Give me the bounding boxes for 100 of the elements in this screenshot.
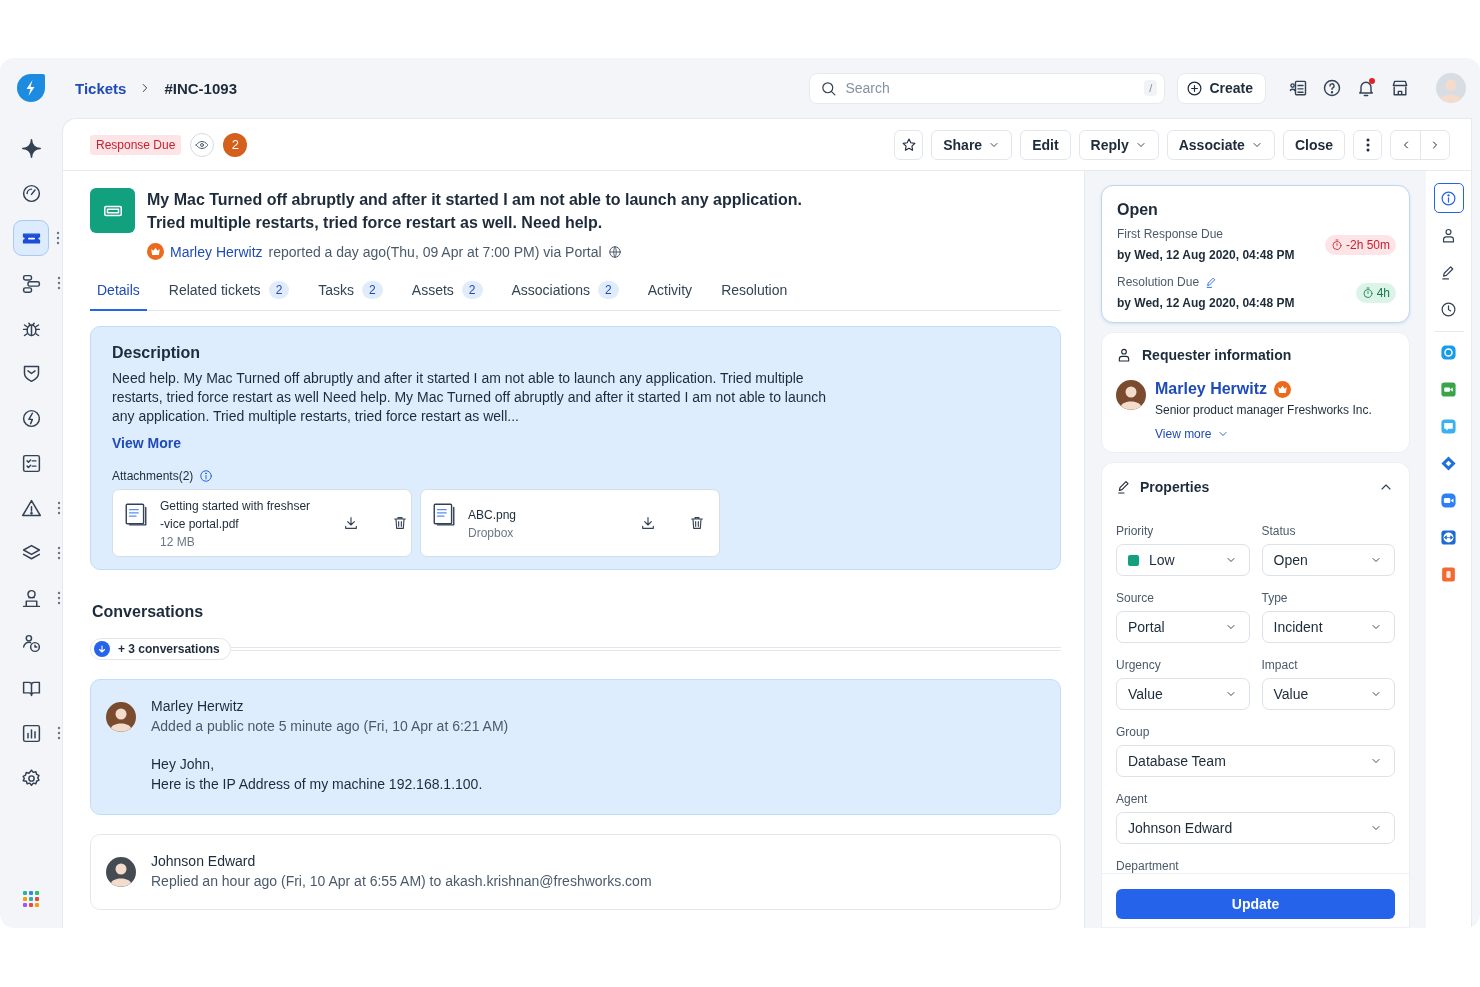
card-title: Requester information xyxy=(1142,347,1292,363)
ticket-title: My Mac Turned off abruptly and after it started I am not able to launch any application. Tried multiple restarts, tried force restart as well. Need help. xyxy=(147,190,802,233)
update-button[interactable]: Update xyxy=(1116,889,1395,919)
crown-icon xyxy=(1274,380,1292,398)
contact-list-button[interactable] xyxy=(1288,78,1308,98)
app-icon[interactable] xyxy=(1440,566,1457,583)
dropdown-button[interactable]: Share xyxy=(931,129,1013,160)
more-icon[interactable] xyxy=(56,231,60,245)
due-date: by Wed, 12 Aug 2020, 04:48 PM xyxy=(1117,296,1295,310)
trash-icon xyxy=(392,515,409,531)
remote-app-icon[interactable] xyxy=(1440,529,1457,546)
star-button[interactable] xyxy=(894,129,924,160)
dropdown-field[interactable]: Incident xyxy=(1261,611,1395,643)
warning-icon xyxy=(20,497,42,519)
message-text: Here is the IP Address of my machine 192.168.1.100. xyxy=(151,775,484,794)
tab[interactable]: Assets 2 xyxy=(404,275,490,311)
more-icon xyxy=(1365,137,1370,152)
pencil-icon xyxy=(1116,479,1132,495)
video-camera-icon[interactable] xyxy=(1440,381,1457,398)
action-button[interactable]: Edit xyxy=(1020,129,1071,160)
author-name: Marley Herwitz xyxy=(151,698,245,714)
section-title: Description xyxy=(112,344,201,362)
lightning-icon xyxy=(20,407,42,429)
star-icon xyxy=(900,136,917,153)
more-icon[interactable] xyxy=(57,546,61,560)
watcher-count: 2 xyxy=(223,132,248,157)
show-more-button[interactable]: + 3 conversations xyxy=(90,638,231,660)
dropdown-field[interactable]: Database Team xyxy=(1116,745,1395,777)
message-text: Hey John, xyxy=(151,755,216,774)
help-button[interactable] xyxy=(1322,78,1342,98)
field-label: Impact xyxy=(1261,658,1299,672)
section-title: Conversations xyxy=(92,603,205,621)
info-icon xyxy=(1440,189,1457,207)
tab[interactable]: Details xyxy=(90,275,147,311)
info-tab[interactable] xyxy=(1433,183,1464,213)
store-icon xyxy=(1390,78,1410,98)
dropdown-button[interactable]: Reply xyxy=(1078,129,1159,160)
tab[interactable]: Tasks 2 xyxy=(311,275,390,311)
dropdown-field[interactable]: Johnson Edward xyxy=(1116,812,1395,844)
message-meta: Added a public note 5 minute ago (Fri, 10 Apr at 6:21 AM) xyxy=(151,718,509,734)
tab[interactable]: Associations 2 xyxy=(504,275,626,311)
more-icon[interactable] xyxy=(57,591,61,605)
delete-button[interactable] xyxy=(392,515,409,531)
globe-icon xyxy=(607,244,622,259)
card-title: Properties xyxy=(1140,479,1210,495)
chat-app-icon[interactable] xyxy=(1440,344,1457,361)
file-detail: 12 MB xyxy=(160,535,196,549)
info-icon[interactable] xyxy=(199,469,214,483)
person-desk-icon xyxy=(20,587,42,609)
more-icon[interactable] xyxy=(57,726,61,740)
file-detail: Dropbox xyxy=(468,526,515,540)
person-icon xyxy=(1116,347,1132,363)
dropdown-field[interactable]: Open xyxy=(1261,544,1395,576)
timer-badge: -2h 50m xyxy=(1324,234,1396,255)
bar-chart-icon xyxy=(20,722,42,744)
count-badge: 2 xyxy=(461,281,483,299)
more-icon[interactable] xyxy=(57,276,61,290)
dropdown-field[interactable]: Value xyxy=(1261,678,1395,710)
tab[interactable]: Resolution xyxy=(714,275,795,311)
clock-icon xyxy=(1440,300,1457,318)
checklist-icon xyxy=(20,452,42,474)
attachments-label: Attachments(2) xyxy=(112,469,194,483)
person-icon xyxy=(1440,226,1457,244)
download-button[interactable] xyxy=(343,515,360,531)
avatar xyxy=(106,857,136,887)
crown-icon xyxy=(147,243,164,260)
requester-link[interactable]: Marley Herwitz xyxy=(170,243,263,260)
logo-icon[interactable] xyxy=(16,73,46,103)
download-icon xyxy=(640,515,656,531)
tab[interactable]: Activity xyxy=(640,275,700,311)
dropdown-field[interactable]: Portal xyxy=(1116,611,1250,643)
breadcrumb-link[interactable]: Tickets xyxy=(75,79,127,97)
field-label: Source xyxy=(1116,591,1156,605)
dropdown-field[interactable]: Low xyxy=(1116,544,1250,576)
plus-icon xyxy=(1186,79,1204,97)
due-date: by Wed, 12 Aug 2020, 04:48 PM xyxy=(1117,248,1295,262)
app-grid-icon[interactable] xyxy=(22,890,40,908)
search-icon xyxy=(820,79,838,97)
store-button[interactable] xyxy=(1390,78,1410,98)
more-icon[interactable] xyxy=(57,501,61,515)
requester-link[interactable]: Marley Herwitz xyxy=(1155,380,1268,398)
dropdown-field[interactable]: Value xyxy=(1116,678,1250,710)
diamond-icon[interactable] xyxy=(1440,455,1457,472)
timer-badge: 4h xyxy=(1355,282,1396,303)
action-button[interactable]: Close xyxy=(1282,129,1345,160)
delete-button[interactable] xyxy=(689,515,705,531)
due-label: First Response Due xyxy=(1117,227,1225,241)
view-more-link[interactable]: View more xyxy=(1155,427,1230,441)
notification-button[interactable] xyxy=(1356,78,1376,98)
requester-role: Senior product manager Freshworks Inc. xyxy=(1155,403,1372,417)
download-icon xyxy=(343,515,360,531)
field-label: Type xyxy=(1261,591,1289,605)
dropdown-button[interactable]: Associate xyxy=(1166,129,1275,160)
video-app-icon[interactable] xyxy=(1440,492,1457,509)
count-badge: 2 xyxy=(598,281,619,299)
view-more-link[interactable]: View More xyxy=(112,435,181,451)
download-button[interactable] xyxy=(640,515,656,531)
field-label: Department xyxy=(1116,859,1180,873)
create-button[interactable]: Create xyxy=(1177,72,1266,104)
tab[interactable]: Related tickets 2 xyxy=(161,275,297,311)
